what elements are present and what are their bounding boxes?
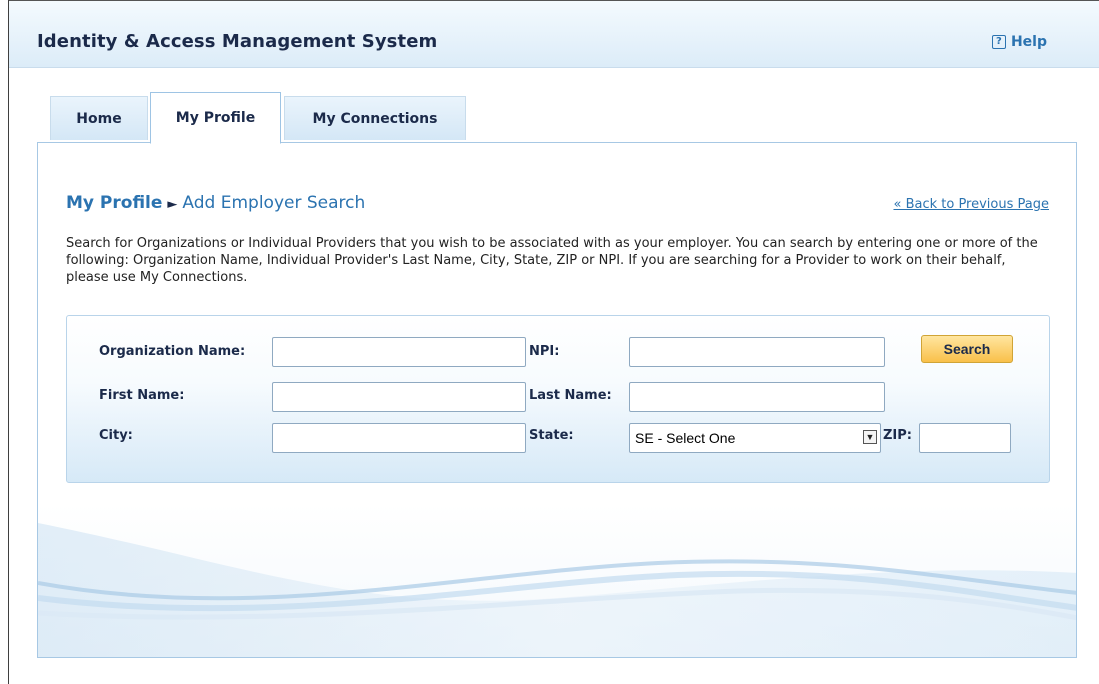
last-name-label: Last Name: [529, 388, 612, 403]
back-to-previous-page-link[interactable]: « Back to Previous Page [893, 197, 1049, 212]
window-left-border [8, 0, 9, 684]
zip-input[interactable] [919, 423, 1011, 453]
employer-search-form: Organization Name: NPI: Search First Nam… [66, 315, 1050, 483]
organization-name-input[interactable] [272, 337, 526, 367]
breadcrumb-page: Add Employer Search [182, 193, 366, 213]
first-name-label: First Name: [99, 388, 185, 403]
help-label: Help [1010, 34, 1047, 50]
app-header: Identity & Access Management System ? He… [9, 1, 1099, 68]
state-selected-value: SE - Select One [635, 430, 736, 446]
npi-input[interactable] [629, 337, 885, 367]
help-link[interactable]: ? Help [991, 34, 1047, 50]
tab-home[interactable]: Home [50, 96, 148, 140]
organization-name-label: Organization Name: [99, 344, 246, 359]
npi-label: NPI: [529, 344, 560, 359]
zip-label: ZIP: [883, 428, 912, 443]
state-label: State: [529, 428, 574, 443]
chevron-down-icon: ▼ [863, 430, 877, 444]
first-name-input[interactable] [272, 382, 526, 412]
search-button[interactable]: Search [921, 335, 1013, 363]
app-title: Identity & Access Management System [37, 31, 438, 52]
tab-my-profile[interactable]: My Profile [150, 92, 281, 144]
city-label: City: [99, 428, 133, 443]
decorative-wave [38, 523, 1076, 657]
last-name-input[interactable] [629, 382, 885, 412]
city-input[interactable] [272, 423, 526, 453]
content-panel: My Profile ► Add Employer Search « Back to… [37, 142, 1077, 658]
search-instructions: Search for Organizations or Individual P… [66, 236, 1038, 285]
breadcrumb-section: My Profile [66, 193, 163, 213]
breadcrumb: My Profile ► Add Employer Search [66, 193, 365, 213]
state-select[interactable]: SE - Select One ▼ [629, 423, 881, 453]
tab-my-connections[interactable]: My Connections [284, 96, 466, 140]
help-icon: ? [991, 35, 1006, 49]
breadcrumb-arrow-icon: ► [167, 197, 178, 212]
